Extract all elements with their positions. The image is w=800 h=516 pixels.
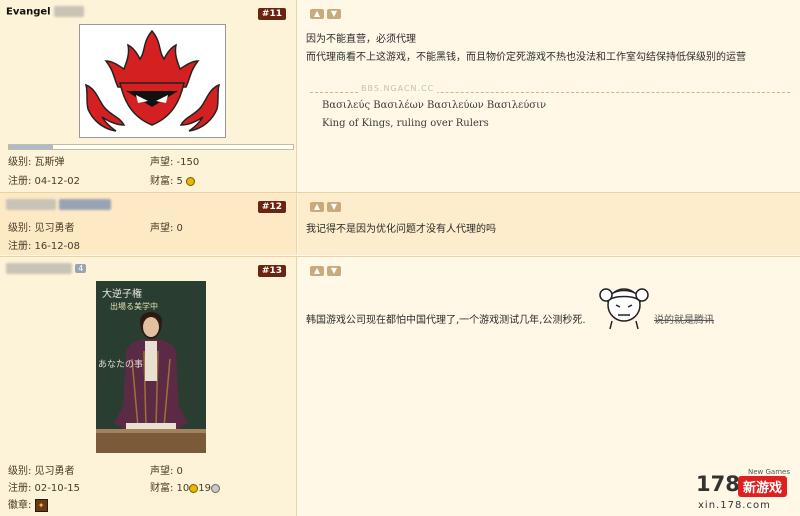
post-actions: ▲ ▼ — [310, 265, 344, 276]
thumbs-down-icon[interactable]: ▼ — [327, 9, 341, 19]
register-label: 注册: 02-10-15 — [8, 483, 80, 494]
progress-bar — [8, 144, 294, 150]
reputation-label: 声望: -150 — [150, 157, 200, 168]
post-line: 因为不能直营，必须代理 — [306, 34, 416, 45]
post-actions: ▲ ▼ — [310, 201, 344, 212]
medal-icon[interactable]: ✦ — [34, 498, 48, 512]
reputation-label: 声望: 0 — [150, 223, 183, 234]
badge-label: 徽章: ✦ — [8, 496, 48, 512]
level-label: 级别: 见习勇者 — [8, 466, 75, 477]
username[interactable]: 4 — [6, 263, 87, 275]
silver-coin-icon — [211, 483, 221, 493]
gold-coin-icon — [189, 483, 199, 493]
watermark-brand: 新游戏 — [738, 476, 788, 497]
user-level-badge: 4 — [75, 264, 87, 273]
strikethrough-text: 说的就是腾讯 — [654, 315, 714, 326]
post-line: 韩国游戏公司现在都怕中国代理了,一个游戏测试几年,公测秒死. — [306, 315, 586, 326]
avatar — [79, 24, 226, 138]
blackboard-text: 大逆子権 — [102, 289, 142, 300]
post-11: Evangel #11 级别: 瓦斯弹 声望: -150 注册: 04-12-0… — [0, 0, 800, 192]
username[interactable] — [6, 199, 112, 211]
post-actions: ▲ ▼ — [310, 8, 344, 19]
register-label: 注册: 16-12-08 — [8, 241, 80, 252]
blackboard-text: 出場る美学中 — [110, 302, 158, 311]
chibi-sticker-icon — [598, 281, 650, 331]
thumbs-up-icon[interactable]: ▲ — [310, 9, 324, 19]
user-panel: #12 级别: 见习勇者 声望: 0 注册: 16-12-08 — [0, 193, 297, 255]
watermark-number: 178 — [696, 472, 740, 496]
signature-watermark: BBS.NGACN.CC — [358, 84, 438, 93]
thumbs-up-icon[interactable]: ▲ — [310, 266, 324, 276]
avatar-photo: 大逆子権 出場る美学中 あなたの事 — [96, 281, 206, 453]
watermark-url: xin.178.com — [698, 500, 771, 511]
level-label: 级别: 见习勇者 — [8, 223, 75, 234]
site-watermark-logo: New Games 178 新游戏 xin.178.com — [696, 462, 798, 512]
post-12: #12 级别: 见习勇者 声望: 0 注册: 16-12-08 ▲ ▼ 我记得不是… — [0, 193, 800, 255]
user-panel: Evangel #11 级别: 瓦斯弹 声望: -150 注册: 04-12-0… — [0, 0, 297, 192]
thumbs-up-icon[interactable]: ▲ — [310, 202, 324, 212]
post-line: 我记得不是因为优化问题才没有人代理的吗 — [306, 224, 496, 235]
post-content: ▲ ▼ 我记得不是因为优化问题才没有人代理的吗 — [298, 193, 800, 255]
reputation-label: 声望: 0 — [150, 466, 183, 477]
watermark-tagline: New Games — [748, 468, 790, 476]
thumbs-down-icon[interactable]: ▼ — [327, 202, 341, 212]
blackboard-text: あなたの事 — [98, 360, 144, 370]
signature-line: King of Kings, ruling over Rulers — [322, 118, 489, 129]
signature-line: Βασιλεύς Βασιλέων Βασιλεύων Βασιλεύσιν — [322, 100, 547, 111]
wealth-label: 财富: 10 19 — [150, 479, 221, 494]
register-label: 注册: 04-12-02 — [8, 176, 80, 187]
username[interactable]: Evangel — [6, 6, 84, 18]
floor-number[interactable]: #12 — [257, 201, 286, 213]
floor-number[interactable]: #11 — [257, 8, 286, 20]
level-label: 级别: 瓦斯弹 — [8, 157, 65, 168]
post-13: 4 #13 大逆子権 出場る美学中 あなたの事 级别: 见习勇者 声望: 0 注… — [0, 257, 800, 516]
wealth-label: 财富: 5 — [150, 172, 196, 187]
flame-skull-logo-icon — [84, 29, 221, 132]
floor-number[interactable]: #13 — [257, 265, 286, 277]
gold-coin-icon — [186, 176, 196, 186]
thumbs-down-icon[interactable]: ▼ — [327, 266, 341, 276]
post-line: 而代理商看不上这游戏，不能黑钱，而且物价定死游戏不热也没法和工作室勾结保持低保级… — [306, 52, 746, 63]
user-panel: 4 #13 大逆子権 出場る美学中 あなたの事 级别: 见习勇者 声望: 0 注… — [0, 257, 297, 516]
post-content: ▲ ▼ 因为不能直营，必须代理 而代理商看不上这游戏，不能黑钱，而且物价定死游戏不… — [298, 0, 800, 192]
